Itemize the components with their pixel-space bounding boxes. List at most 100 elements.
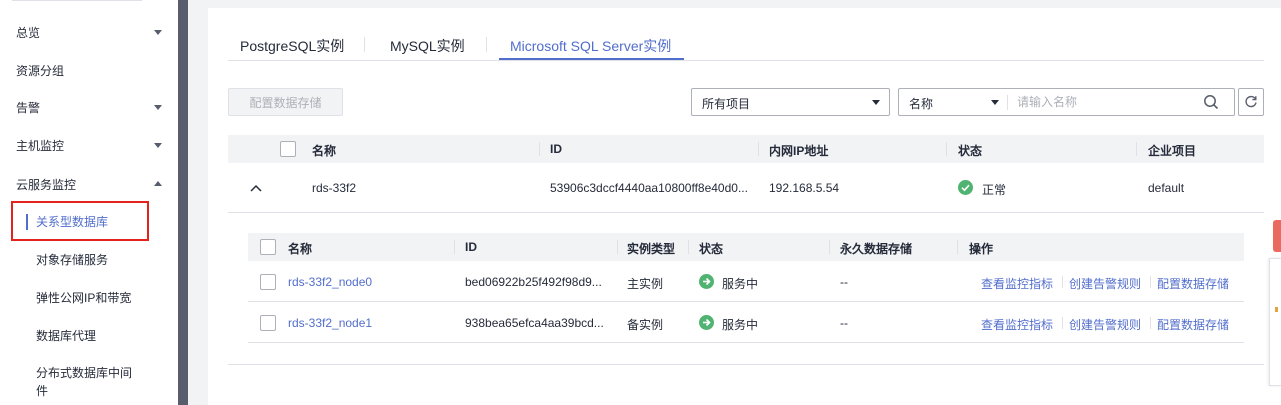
chevron-up-icon <box>154 181 162 186</box>
node-status: 服务中 <box>722 318 759 332</box>
table-row: rds-33f2_node0 bed06922b25f492f98d9... 主… <box>248 261 1244 302</box>
tab-postgresql[interactable]: PostgreSQL实例 <box>240 36 344 56</box>
column-header-name: 名称 <box>312 144 337 158</box>
create-alarm-rule-link[interactable]: 创建告警规则 <box>1069 275 1141 292</box>
feedback-tab[interactable] <box>1273 220 1281 252</box>
table-row: rds-33f2 53906c3dccf4440aa10800ff8e40d0.… <box>228 163 1264 213</box>
column-divider <box>957 240 958 254</box>
row-checkbox[interactable] <box>260 274 276 290</box>
search-input[interactable] <box>1017 92 1197 112</box>
search-box: 名称 <box>898 88 1235 116</box>
node-id: bed06922b25f492f98d9... <box>465 275 602 289</box>
project-select[interactable]: 所有项目 <box>691 88 890 116</box>
check-circle-icon <box>958 180 973 195</box>
refresh-icon <box>1245 95 1257 108</box>
column-divider <box>454 240 455 254</box>
column-divider <box>829 240 830 254</box>
sidebar-item-host-monitoring[interactable]: 主机监控 <box>0 135 178 155</box>
column-divider <box>617 240 618 254</box>
tab-divider <box>364 37 365 52</box>
sidebar-subitem-label: 分布式数据库中间 件 <box>36 364 132 400</box>
column-divider <box>946 142 947 156</box>
instance-status: 正常 <box>982 183 1007 197</box>
select-all-nodes-checkbox[interactable] <box>260 239 276 255</box>
sidebar-subitem-obs[interactable]: 对象存储服务 <box>0 249 178 269</box>
node-detail-panel: 名称 ID 实例类型 状态 永久数据存储 操作 rds-33f2_node0 b… <box>228 213 1264 365</box>
column-header-id: ID <box>550 142 562 156</box>
node-table-header: 名称 ID 实例类型 状态 永久数据存储 操作 <box>248 233 1244 261</box>
node-storage: -- <box>840 316 848 330</box>
sidebar-item-label: 主机监控 <box>16 138 65 153</box>
column-header-project: 企业项目 <box>1148 144 1197 158</box>
ops-separator <box>1150 276 1151 288</box>
content-top-gutter <box>208 0 1281 8</box>
sidebar-collapse-bar[interactable] <box>178 0 188 405</box>
search-field-select[interactable]: 名称 <box>909 95 933 112</box>
content-gutter <box>188 0 208 405</box>
column-header-ip: 内网IP地址 <box>769 144 829 158</box>
column-header-ops: 操作 <box>969 242 994 256</box>
instance-ip: 192.168.5.54 <box>769 181 840 195</box>
panel-marker-icon <box>1275 307 1278 312</box>
column-header-status: 状态 <box>699 242 724 256</box>
column-header-status: 状态 <box>958 144 983 158</box>
node-type: 主实例 <box>627 277 664 291</box>
configure-storage-link[interactable]: 配置数据存储 <box>1157 316 1229 333</box>
refresh-button[interactable] <box>1238 88 1264 116</box>
column-header-name: 名称 <box>288 242 313 256</box>
row-checkbox[interactable] <box>260 315 276 331</box>
node-type: 备实例 <box>627 318 664 332</box>
highlight-annotation-box <box>11 201 149 241</box>
column-divider <box>688 240 689 254</box>
sidebar-subitem-db-proxy[interactable]: 数据库代理 <box>0 325 178 345</box>
column-divider <box>1136 142 1137 156</box>
sidebar-item-alarms[interactable]: 告警 <box>0 97 178 117</box>
instance-table-header: 名称 ID 内网IP地址 状态 企业项目 <box>228 135 1264 163</box>
side-floating-panel[interactable] <box>1269 258 1281 386</box>
sidebar-subitem-eip[interactable]: 弹性公网IP和带宽 <box>0 287 178 307</box>
running-arrow-icon <box>699 315 714 330</box>
tab-sqlserver[interactable]: Microsoft SQL Server实例 <box>510 36 671 56</box>
instance-id: 53906c3dccf4440aa10800ff8e40d0... <box>550 181 748 195</box>
column-divider <box>758 142 759 156</box>
tab-baseline <box>228 60 1264 61</box>
sidebar-item-cloud-service-monitoring[interactable]: 云服务监控 <box>0 174 178 194</box>
node-storage: -- <box>840 275 848 289</box>
sidebar-item-label: 告警 <box>16 100 41 115</box>
view-metrics-link[interactable]: 查看监控指标 <box>981 275 1053 292</box>
column-header-storage: 永久数据存储 <box>840 242 913 256</box>
column-header-type: 实例类型 <box>627 242 676 256</box>
sidebar-item-label: 资源分组 <box>16 63 65 78</box>
tab-divider <box>486 37 487 52</box>
chevron-up-icon[interactable] <box>250 183 262 193</box>
configure-storage-link[interactable]: 配置数据存储 <box>1157 275 1229 292</box>
search-divider <box>1007 95 1008 110</box>
sidebar-subitem-ddm[interactable]: 分布式数据库中间 件 <box>0 364 178 404</box>
select-all-checkbox[interactable] <box>280 141 296 157</box>
ops-separator <box>1150 317 1151 329</box>
sidebar-item-overview[interactable]: 总览 <box>0 22 178 42</box>
chevron-down-icon <box>154 105 162 110</box>
sidebar-item-resource-groups[interactable]: 资源分组 <box>0 60 178 80</box>
node-status: 服务中 <box>722 277 759 291</box>
create-alarm-rule-link[interactable]: 创建告警规则 <box>1069 316 1141 333</box>
instance-project: default <box>1148 181 1185 195</box>
sidebar-divider <box>12 0 142 1</box>
tab-mysql[interactable]: MySQL实例 <box>390 36 465 56</box>
configure-storage-button[interactable]: 配置数据存储 <box>228 88 343 116</box>
ops-separator <box>1062 317 1063 329</box>
instance-name: rds-33f2 <box>312 181 357 195</box>
node-name-link[interactable]: rds-33f2_node0 <box>288 275 372 289</box>
sidebar-subitem-label: 数据库代理 <box>36 328 97 343</box>
running-arrow-icon <box>699 274 714 289</box>
node-name-link[interactable]: rds-33f2_node1 <box>288 316 372 330</box>
table-row: rds-33f2_node1 938bea65efca4aa39bcd... 备… <box>248 302 1244 343</box>
view-metrics-link[interactable]: 查看监控指标 <box>981 316 1053 333</box>
column-header-id: ID <box>465 240 477 254</box>
search-icon[interactable] <box>1203 94 1219 110</box>
sidebar-subitem-label: 弹性公网IP和带宽 <box>36 290 132 305</box>
column-divider <box>539 142 540 156</box>
chevron-down-icon <box>154 143 162 148</box>
sidebar: 总览 资源分组 告警 主机监控 云服务监控 关系型数据库 对象存储服务 弹性公网… <box>0 0 178 405</box>
chevron-down-icon <box>154 30 162 35</box>
